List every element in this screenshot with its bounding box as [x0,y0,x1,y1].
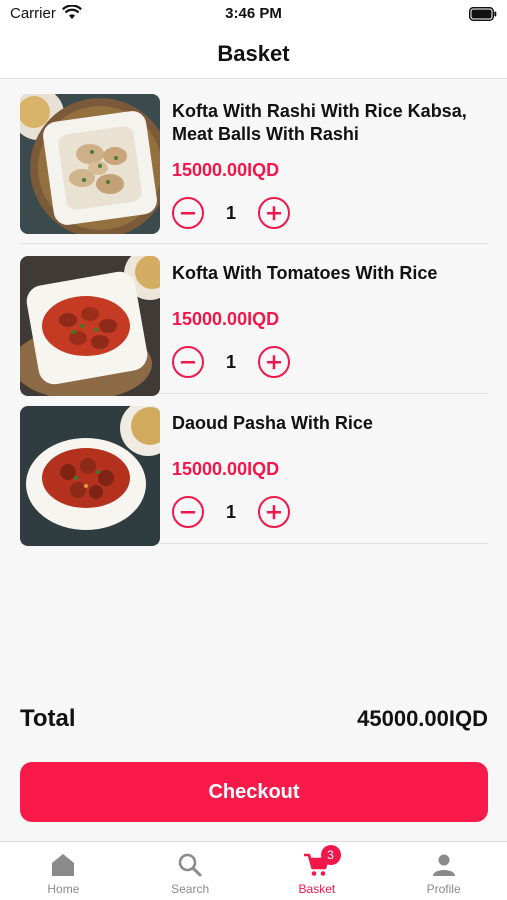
total-row: Total 45000.00IQD [20,703,488,735]
increase-quantity-button[interactable] [258,346,290,378]
tab-bar: Home Search 3 Basket Profile [0,841,507,900]
tab-label: Search [171,882,210,896]
plus-icon [267,505,281,520]
clock: 3:46 PM [225,5,282,22]
tab-basket[interactable]: 3 Basket [254,842,381,900]
item-price: 15000.00IQD [172,160,280,180]
item-name: Kofta With Rashi With Rice Kabsa, Meat B… [172,101,467,144]
page-title: Basket [217,41,290,66]
item-name: Daoud Pasha With Rice [172,413,373,433]
checkout-button[interactable]: Checkout [20,762,488,822]
item-price: 15000.00IQD [172,309,280,329]
basket-item[interactable]: Daoud Pasha With Rice 15000.00IQD 1 [20,406,488,546]
tab-label: Basket [298,882,336,896]
total-label: Total [20,705,76,732]
battery-icon [469,7,497,25]
tab-label: Profile [426,882,461,896]
cart-count-badge: 3 [320,845,341,865]
tab-home[interactable]: Home [0,842,127,900]
tab-search[interactable]: Search [127,842,254,900]
quantity-stepper: 1 [172,344,290,380]
plus-icon [267,206,281,221]
basket-list: Kofta With Rashi With Rice Kabsa, Meat B… [20,94,488,546]
plus-icon [267,355,281,370]
profile-icon [432,854,455,876]
quantity-stepper: 1 [172,494,290,530]
quantity-value: 1 [225,501,236,522]
tab-label: Home [47,882,80,896]
nav-bar: Basket [0,30,507,79]
minus-icon [181,511,195,514]
basket-item[interactable]: Kofta With Rashi With Rice Kabsa, Meat B… [20,94,488,244]
increase-quantity-button[interactable] [258,496,290,528]
increase-quantity-button[interactable] [258,197,290,229]
decrease-quantity-button[interactable] [172,346,204,378]
item-price: 15000.00IQD [172,459,280,479]
minus-icon [181,212,195,215]
total-value: 45000.00IQD [357,706,488,731]
food-image [20,256,160,396]
tab-profile[interactable]: Profile [380,842,507,900]
item-name: Kofta With Tomatoes With Rice [172,263,438,283]
minus-icon [181,361,195,364]
home-icon [52,854,75,876]
decrease-quantity-button[interactable] [172,197,204,229]
basket-item[interactable]: Kofta With Tomatoes With Rice 15000.00IQ… [20,256,488,396]
quantity-value: 1 [225,351,236,372]
quantity-value: 1 [225,202,236,223]
quantity-stepper: 1 [172,195,290,231]
decrease-quantity-button[interactable] [172,496,204,528]
search-icon [178,853,202,877]
status-bar: Carrier 3:46 PM [0,0,507,30]
food-image [20,406,160,546]
food-image [20,94,160,234]
